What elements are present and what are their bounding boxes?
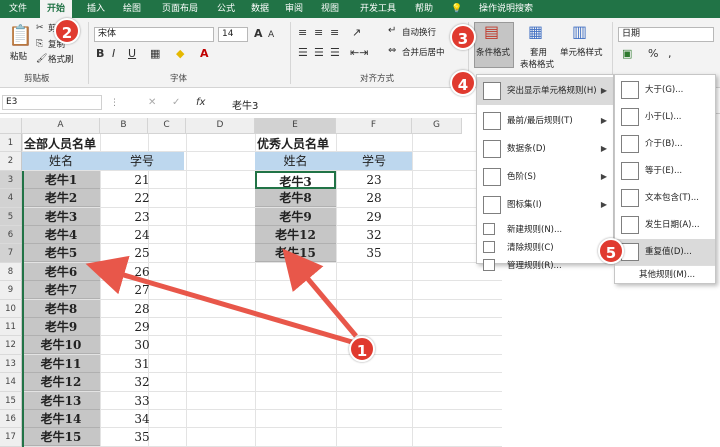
step-badge-4: 4 xyxy=(450,70,476,96)
step-badge-2: 2 xyxy=(54,18,80,44)
step-badge-5: 5 xyxy=(598,238,624,264)
step-badge-3: 3 xyxy=(450,24,476,50)
annotation-arrows xyxy=(85,248,358,345)
arrow-to-all-list xyxy=(85,255,353,345)
step-badge-1: 1 xyxy=(349,336,375,362)
